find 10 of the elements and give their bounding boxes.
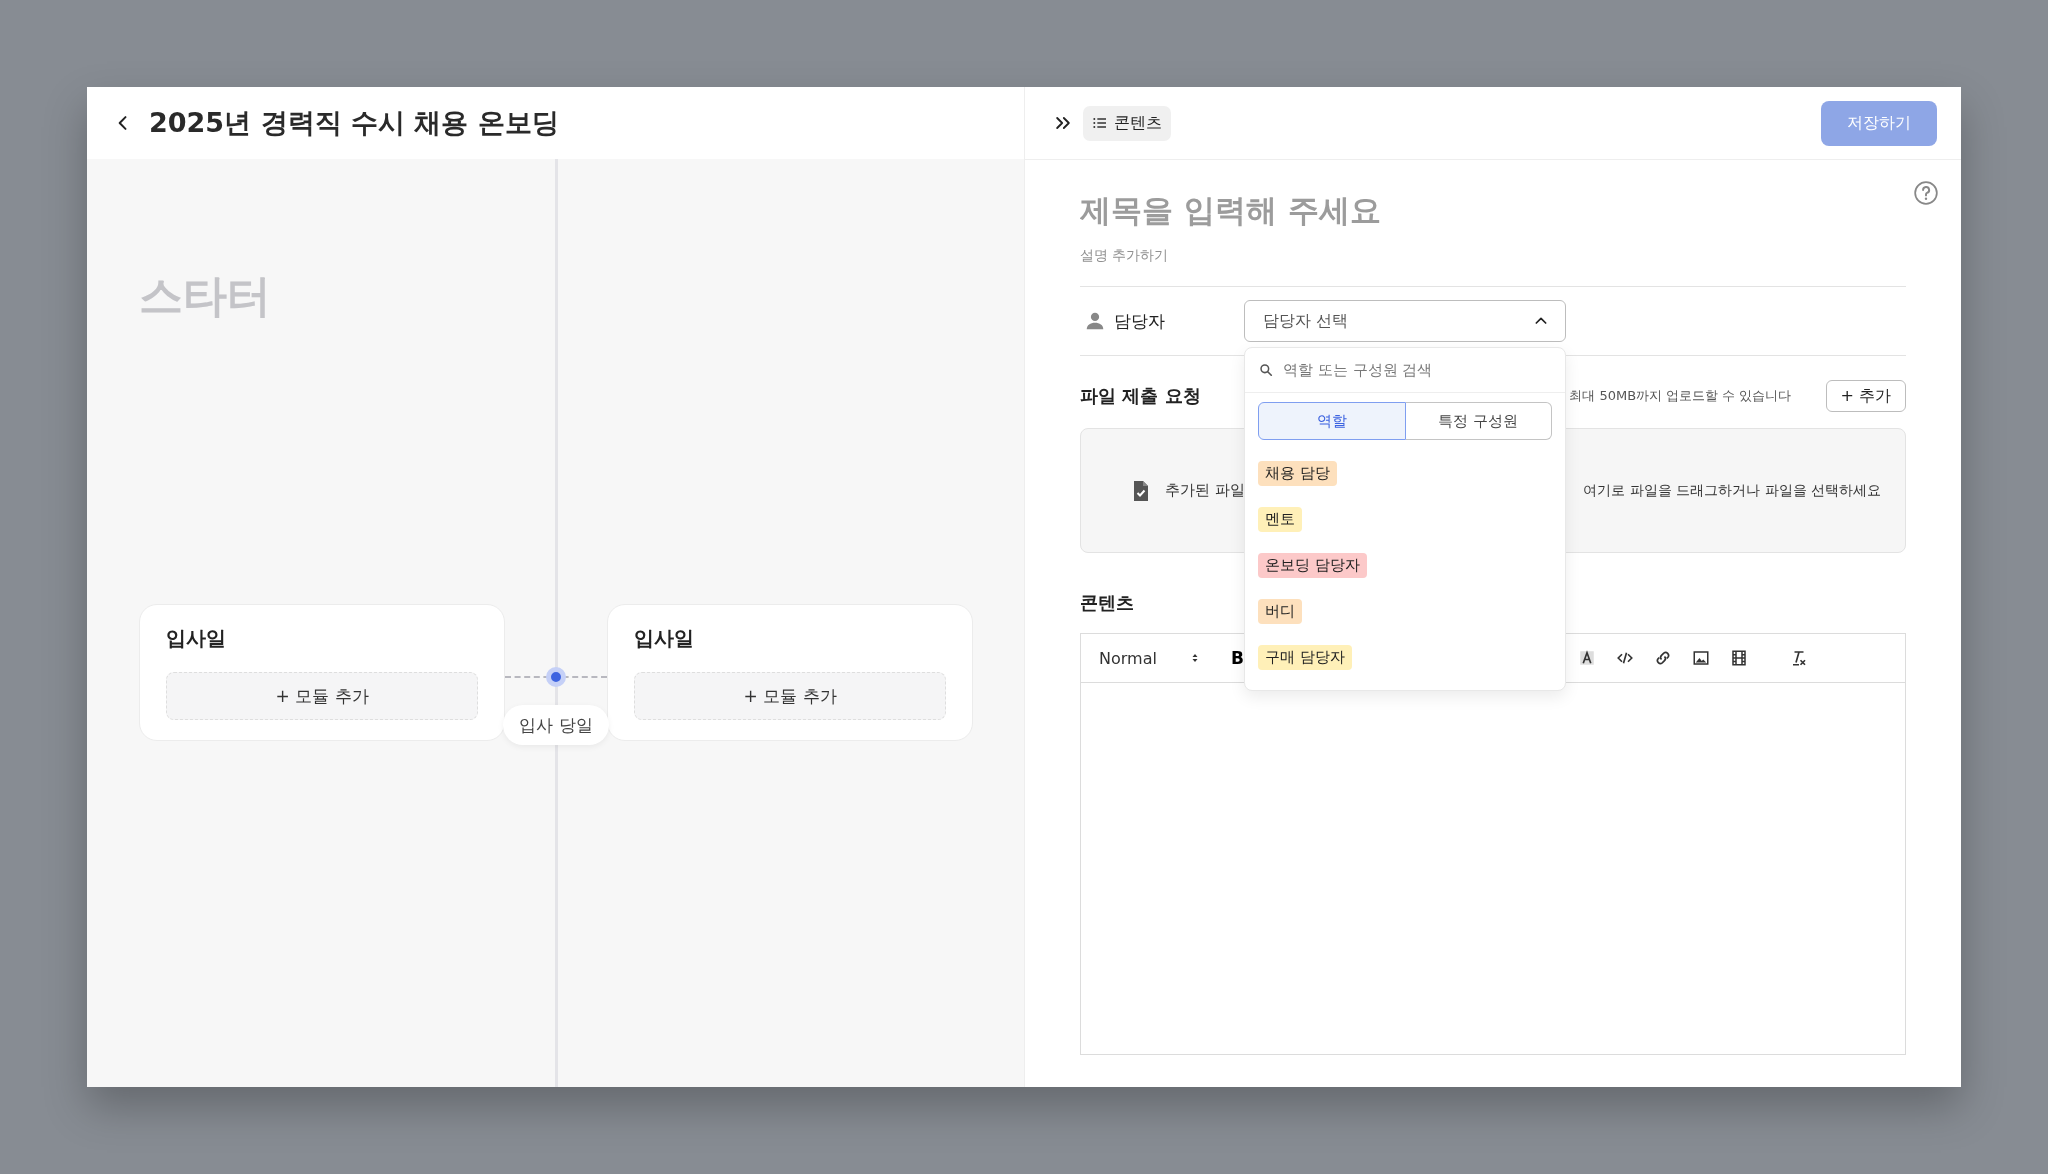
page-title: 2025년 경력직 수시 채용 온보딩	[149, 106, 559, 140]
section-title: 콘텐츠	[1080, 591, 1134, 615]
drop-hint: 여기로 파일을 드래그하거나 파일을 선택하세요	[1583, 481, 1881, 500]
card-title: 입사일	[166, 625, 227, 652]
milestone-label: 입사 당일	[503, 705, 609, 745]
section-title: 파일 제출 요청	[1080, 384, 1201, 408]
upload-note: 최대 50MB까지 업로드할 수 있습니다	[1569, 387, 1792, 405]
assignee-label: 담당자	[1114, 309, 1165, 333]
added-files-label: 추가된 파일	[1165, 481, 1245, 500]
card-title: 입사일	[634, 625, 695, 652]
